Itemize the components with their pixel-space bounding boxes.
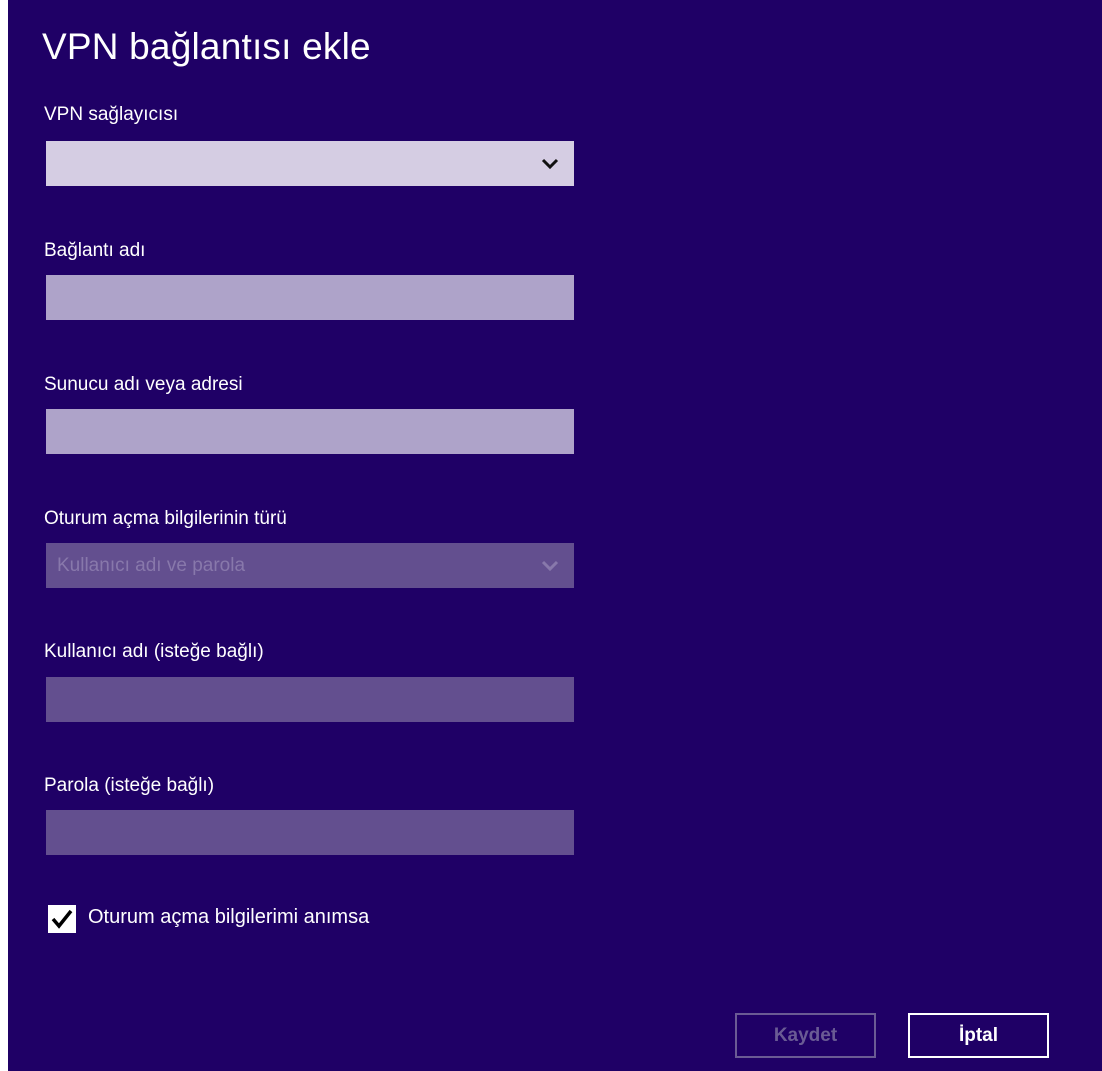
vpn-dialog: VPN bağlantısı ekle VPN sağlayıcısı Bağl… <box>8 0 1102 1071</box>
cancel-button[interactable]: İptal <box>908 1013 1049 1058</box>
connection-name-label: Bağlantı adı <box>44 240 146 261</box>
sign-in-type-value: Kullanıcı adı ve parola <box>57 555 246 576</box>
vpn-provider-label: VPN sağlayıcısı <box>44 104 179 125</box>
dialog-title: VPN bağlantısı ekle <box>42 26 371 67</box>
checkmark-icon <box>51 909 73 929</box>
remember-label[interactable]: Oturum açma bilgilerimi anımsa <box>88 906 369 929</box>
server-input[interactable] <box>46 409 574 454</box>
sign-in-type-select: Kullanıcı adı ve parola <box>46 543 574 588</box>
password-label: Parola (isteğe bağlı) <box>44 775 215 796</box>
chevron-down-icon <box>541 560 559 572</box>
username-input <box>46 677 574 722</box>
remember-checkbox[interactable] <box>48 905 76 933</box>
chevron-down-icon <box>541 158 559 170</box>
sign-in-type-label: Oturum açma bilgilerinin türü <box>44 508 287 529</box>
connection-name-input[interactable] <box>46 275 574 320</box>
vpn-provider-select[interactable] <box>46 141 574 186</box>
save-button: Kaydet <box>735 1013 876 1058</box>
server-label: Sunucu adı veya adresi <box>44 374 243 395</box>
username-label: Kullanıcı adı (isteğe bağlı) <box>44 641 264 662</box>
password-input <box>46 810 574 855</box>
